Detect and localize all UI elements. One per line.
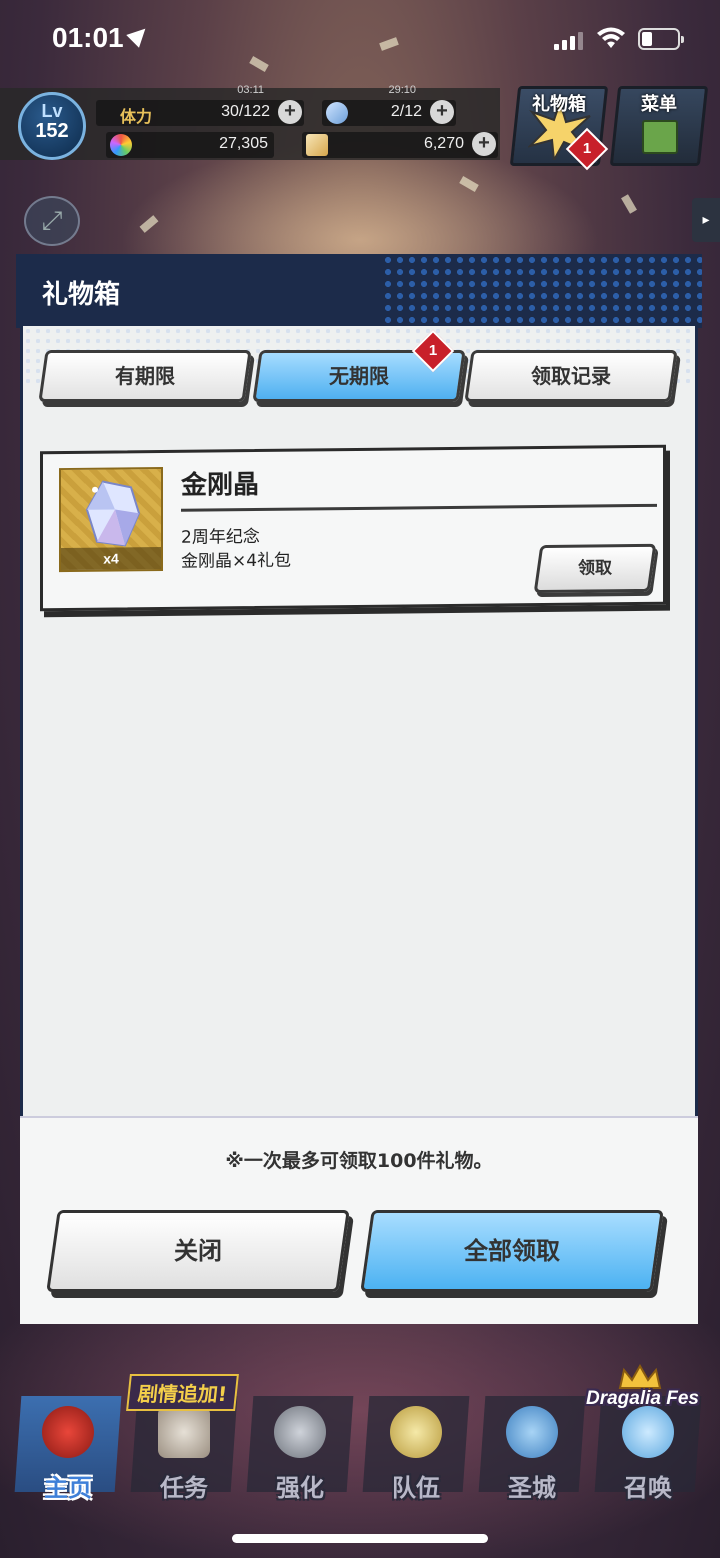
crown-icon — [618, 1364, 662, 1389]
gift-list-item: x4 金刚晶 2周年纪念 金刚晶×4礼包 领取 — [40, 444, 666, 612]
modal-title: 礼物箱 — [42, 280, 121, 310]
gift-quantity: x4 — [61, 547, 161, 571]
story-added-badge: 剧情追加! — [126, 1374, 240, 1411]
castle-icon — [506, 1406, 558, 1458]
expand-icon[interactable]: ⤢ — [24, 196, 80, 246]
stamina-label: 体力 — [120, 109, 153, 126]
rupies-value: 27,305 — [219, 135, 268, 152]
gift-box-button[interactable]: 礼物箱 1 — [509, 86, 609, 171]
menu-label: 菜单 — [641, 94, 677, 115]
rupies-stat: 27,305 — [106, 132, 274, 158]
gift-name: 金刚晶 — [181, 469, 260, 501]
character-icon — [390, 1406, 442, 1458]
wyrmite-value: 6,270 — [423, 135, 464, 152]
stamina-stat: 体力 03:11 30/122 + — [96, 84, 304, 126]
tab-history[interactable]: 领取记录 — [464, 350, 678, 402]
level-label: Lv — [41, 101, 63, 121]
wyrmite-icon — [306, 134, 328, 156]
close-button[interactable]: 关闭 — [46, 1210, 350, 1292]
stamina-timer: 03:11 — [237, 84, 264, 96]
hammer-icon — [274, 1406, 326, 1458]
level-value: 152 — [35, 120, 69, 142]
side-arrow-icon[interactable]: ▸ — [692, 198, 720, 242]
claim-limit-note: ※一次最多可领取100件礼物。 — [225, 1150, 493, 1172]
rupie-icon — [110, 134, 132, 156]
player-level-badge[interactable]: Lv 152 — [18, 92, 86, 160]
gift-box-modal: 礼物箱 有期限 无期限 1 领取记录 x4 金刚晶 2周年纪念 金刚晶×4礼包 — [16, 250, 702, 1332]
stamina-value: 30/122 — [221, 103, 270, 120]
wing-stat: 29:10 2/12 + — [322, 84, 456, 126]
add-wing-button[interactable]: + — [430, 100, 454, 124]
nav-castle[interactable]: 圣城 — [476, 1384, 588, 1508]
crystal-icon — [622, 1406, 674, 1458]
gift-item-icon: x4 — [59, 466, 163, 573]
home-indicator[interactable] — [232, 1534, 488, 1543]
cellular-signal-icon — [554, 30, 586, 50]
wing-value: 2/12 — [390, 103, 422, 120]
nav-team[interactable]: 队伍 — [360, 1384, 472, 1508]
wing-timer: 29:10 — [388, 84, 416, 96]
menu-button[interactable]: 菜单 — [609, 86, 709, 166]
diamantium-icon — [85, 480, 141, 547]
gift-description-line-2: 金刚晶×4礼包 — [181, 550, 292, 572]
claim-button[interactable]: 领取 — [533, 543, 657, 594]
wyrmite-stat: 6,270 + — [302, 132, 498, 158]
modal-header: 礼物箱 — [16, 254, 702, 328]
wing-icon — [326, 102, 348, 124]
wifi-icon — [597, 27, 625, 48]
add-wyrmite-button[interactable]: + — [472, 132, 496, 156]
tab-limited[interactable]: 有期限 — [38, 350, 252, 402]
status-bar: 01:01 — [0, 0, 720, 80]
dragalia-fes-badge: Dragalia Fes — [586, 1388, 699, 1409]
claim-all-button[interactable]: 全部领取 — [360, 1210, 664, 1292]
battery-icon — [638, 28, 684, 50]
nav-home[interactable]: 主页 — [12, 1384, 124, 1508]
status-time: 01:01 — [52, 22, 124, 53]
nav-upgrade[interactable]: 强化 — [244, 1384, 356, 1508]
location-arrow-icon — [126, 22, 152, 48]
divider — [181, 503, 657, 512]
book-icon — [642, 120, 678, 154]
gift-description-line-1: 2周年纪念 — [181, 526, 260, 548]
home-crest-icon — [42, 1406, 94, 1458]
scroll-icon — [158, 1406, 210, 1458]
gift-box-label: 礼物箱 — [532, 94, 586, 115]
add-stamina-button[interactable]: + — [278, 100, 302, 124]
